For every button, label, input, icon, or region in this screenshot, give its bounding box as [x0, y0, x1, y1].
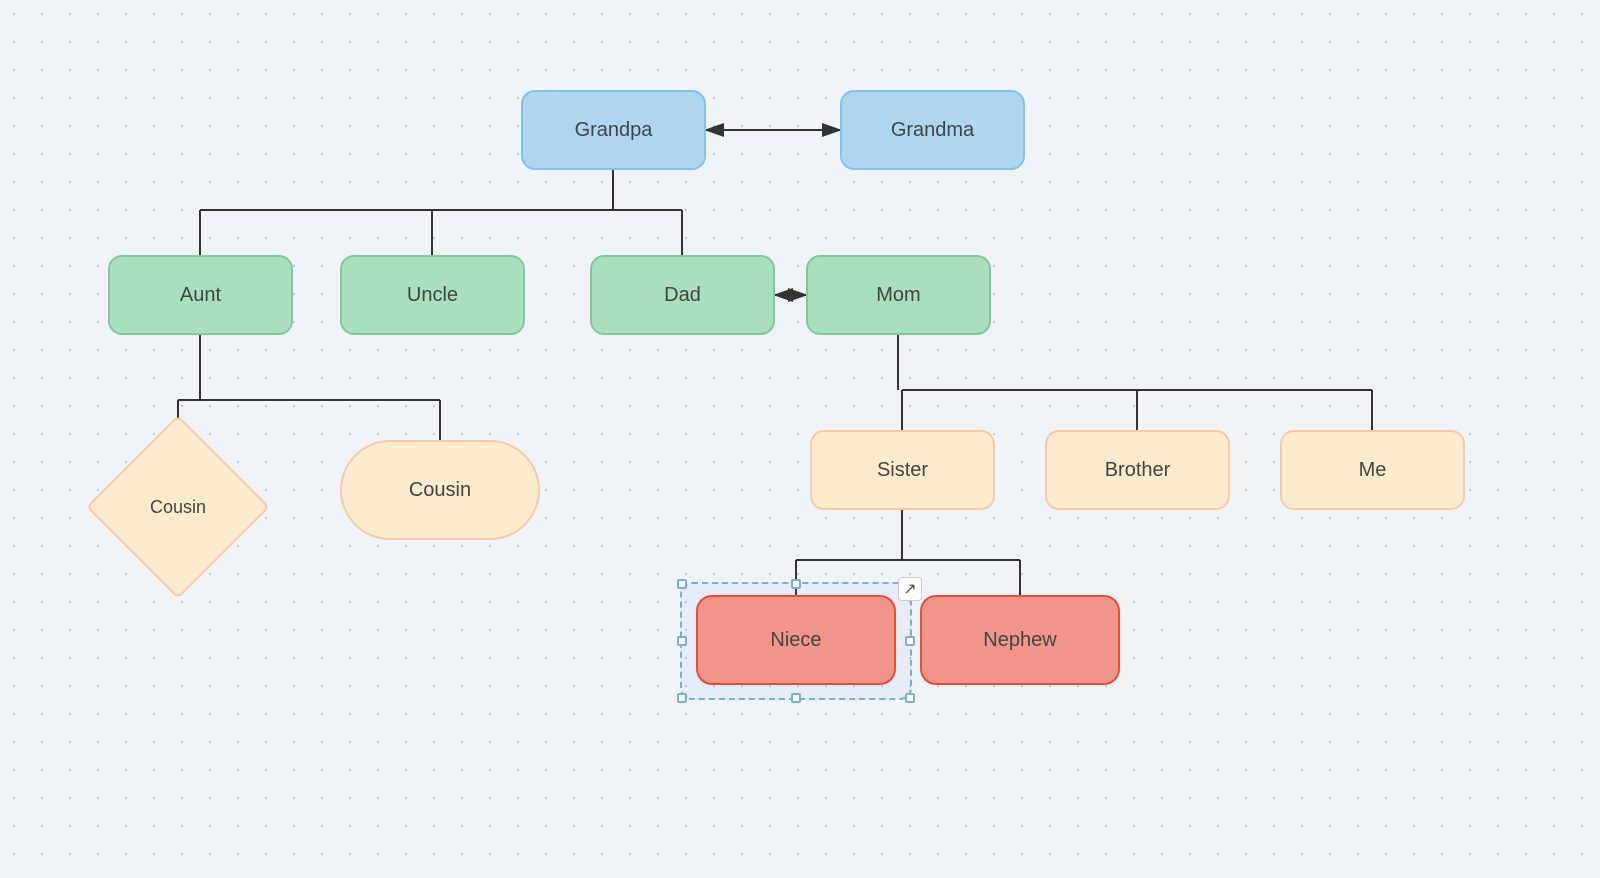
aunt-label: Aunt [180, 284, 221, 307]
cousin2-label: Cousin [409, 479, 471, 502]
aunt-node[interactable]: Aunt [108, 255, 293, 335]
dad-label: Dad [664, 284, 701, 307]
me-label: Me [1359, 459, 1387, 482]
handle-bc[interactable] [791, 693, 801, 703]
diagram-canvas[interactable]: Grandpa Grandma Aunt Uncle Dad Mom Cousi… [0, 0, 1600, 878]
handle-br[interactable] [905, 693, 915, 703]
handle-tc[interactable] [791, 579, 801, 589]
brother-label: Brother [1105, 459, 1171, 482]
niece-node[interactable]: Niece [696, 595, 896, 685]
resize-icon[interactable]: ↗ [898, 577, 922, 601]
grandpa-node[interactable]: Grandpa [521, 90, 706, 170]
sister-label: Sister [877, 459, 928, 482]
cousin1-node[interactable]: Cousin [113, 442, 243, 572]
uncle-node[interactable]: Uncle [340, 255, 525, 335]
dad-node[interactable]: Dad [590, 255, 775, 335]
handle-ml[interactable] [677, 636, 687, 646]
handle-bl[interactable] [677, 693, 687, 703]
niece-label: Niece [770, 629, 821, 652]
nephew-label: Nephew [983, 629, 1056, 652]
grandma-node[interactable]: Grandma [840, 90, 1025, 170]
grandpa-label: Grandpa [575, 119, 653, 142]
mom-node[interactable]: Mom [806, 255, 991, 335]
brother-node[interactable]: Brother [1045, 430, 1230, 510]
nephew-node[interactable]: Nephew [920, 595, 1120, 685]
cousin2-node[interactable]: Cousin [340, 440, 540, 540]
sister-node[interactable]: Sister [810, 430, 995, 510]
cousin1-label: Cousin [150, 497, 206, 518]
me-node[interactable]: Me [1280, 430, 1465, 510]
mom-label: Mom [876, 284, 920, 307]
grandma-label: Grandma [891, 119, 974, 142]
handle-mr[interactable] [905, 636, 915, 646]
handle-tl[interactable] [677, 579, 687, 589]
uncle-label: Uncle [407, 284, 458, 307]
